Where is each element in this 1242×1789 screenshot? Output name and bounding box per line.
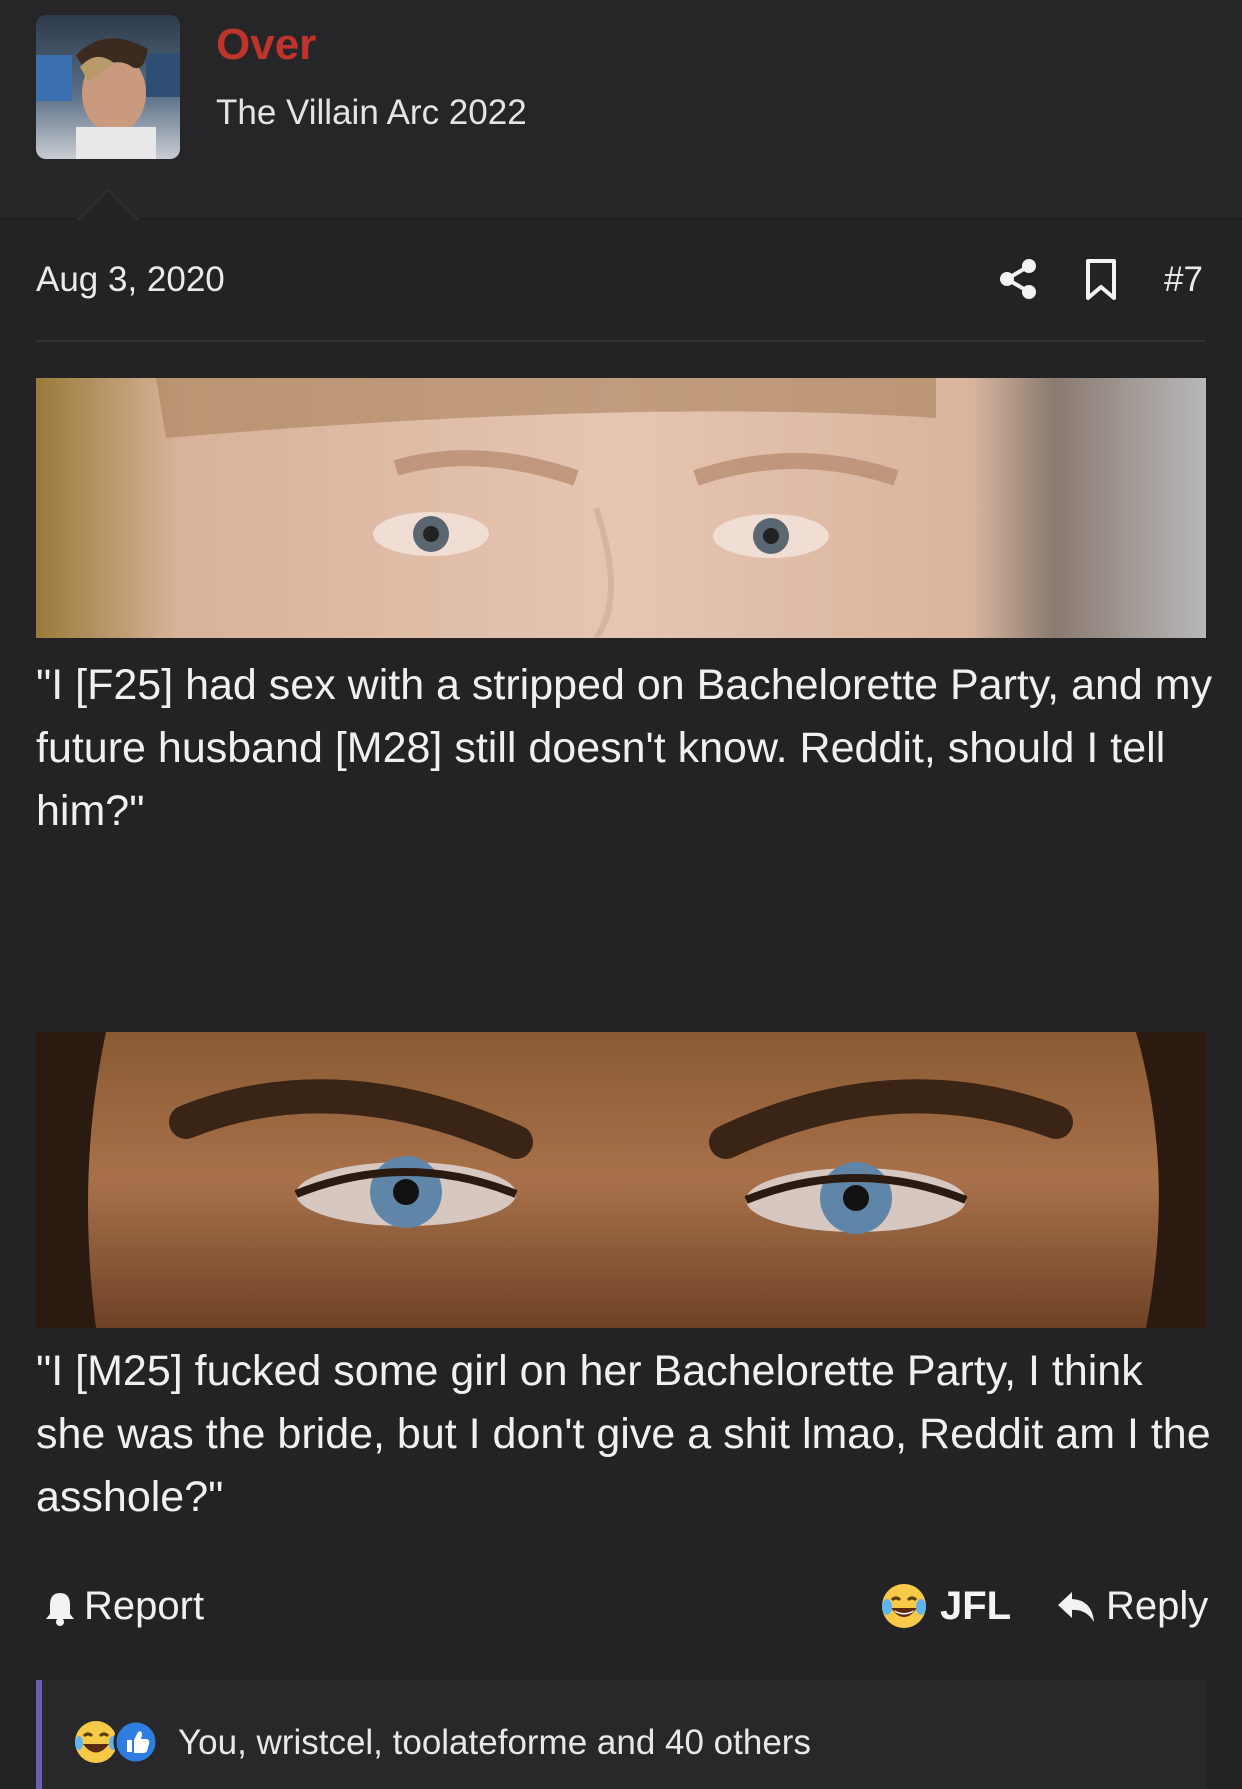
post-date[interactable]: Aug 3, 2020 (36, 260, 225, 300)
post-number[interactable]: #7 (1164, 260, 1203, 300)
post-quote-2: "I [M25] fucked some girl on her Bachelo… (36, 1347, 1211, 1521)
reply-label: Reply (1106, 1584, 1209, 1628)
username[interactable]: Over (216, 20, 316, 70)
report-label: Report (84, 1584, 205, 1628)
message-pointer-inner (78, 191, 138, 221)
post-image-2 (36, 1032, 1206, 1328)
user-title: The Villain Arc 2022 (216, 93, 527, 132)
laughing-crying-emoji-icon (882, 1584, 926, 1628)
reactions-summary[interactable]: You, wristcel, toolateforme and 40 other… (178, 1723, 811, 1763)
bookmark-icon[interactable] (1084, 258, 1118, 302)
post-image-1 (36, 378, 1206, 638)
thumbs-up-icon (113, 1719, 159, 1765)
divider (36, 340, 1206, 342)
laughing-crying-emoji-icon (75, 1721, 117, 1763)
post-quote-1: "I [F25] had sex with a stripped on Bach… (36, 661, 1213, 835)
avatar[interactable] (36, 15, 180, 159)
post-actions: Report JFL Reply (36, 1578, 1209, 1638)
reaction-icons (75, 1719, 159, 1765)
share-icon[interactable] (998, 258, 1038, 300)
bell-icon (46, 1593, 74, 1626)
author-header: Over The Villain Arc 2022 (0, 0, 1242, 220)
post-meta: Aug 3, 2020 #7 (36, 250, 1206, 310)
reactions-bar[interactable]: You, wristcel, toolateforme and 40 other… (36, 1680, 1206, 1789)
reply-arrow-icon (1058, 1592, 1094, 1622)
jfl-label: JFL (940, 1584, 1012, 1628)
